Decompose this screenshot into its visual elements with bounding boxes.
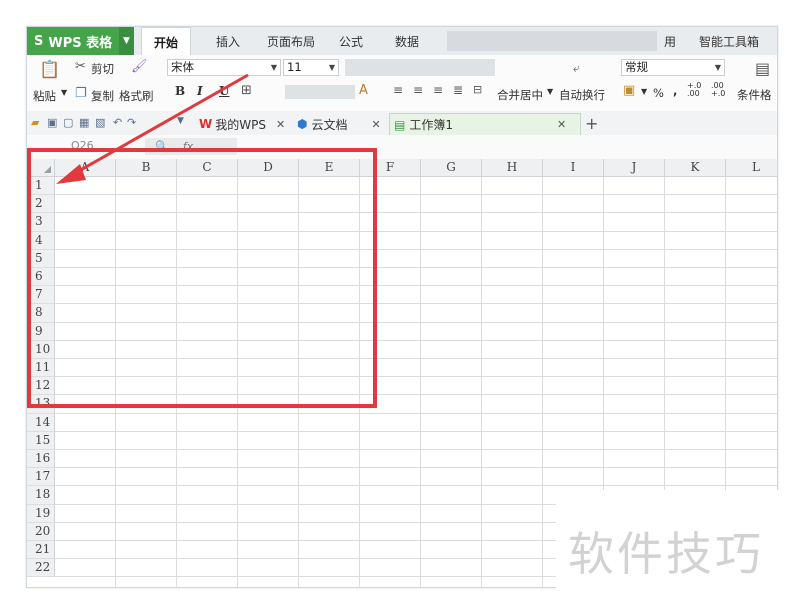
watermark-text: 软件技巧 — [568, 527, 764, 581]
